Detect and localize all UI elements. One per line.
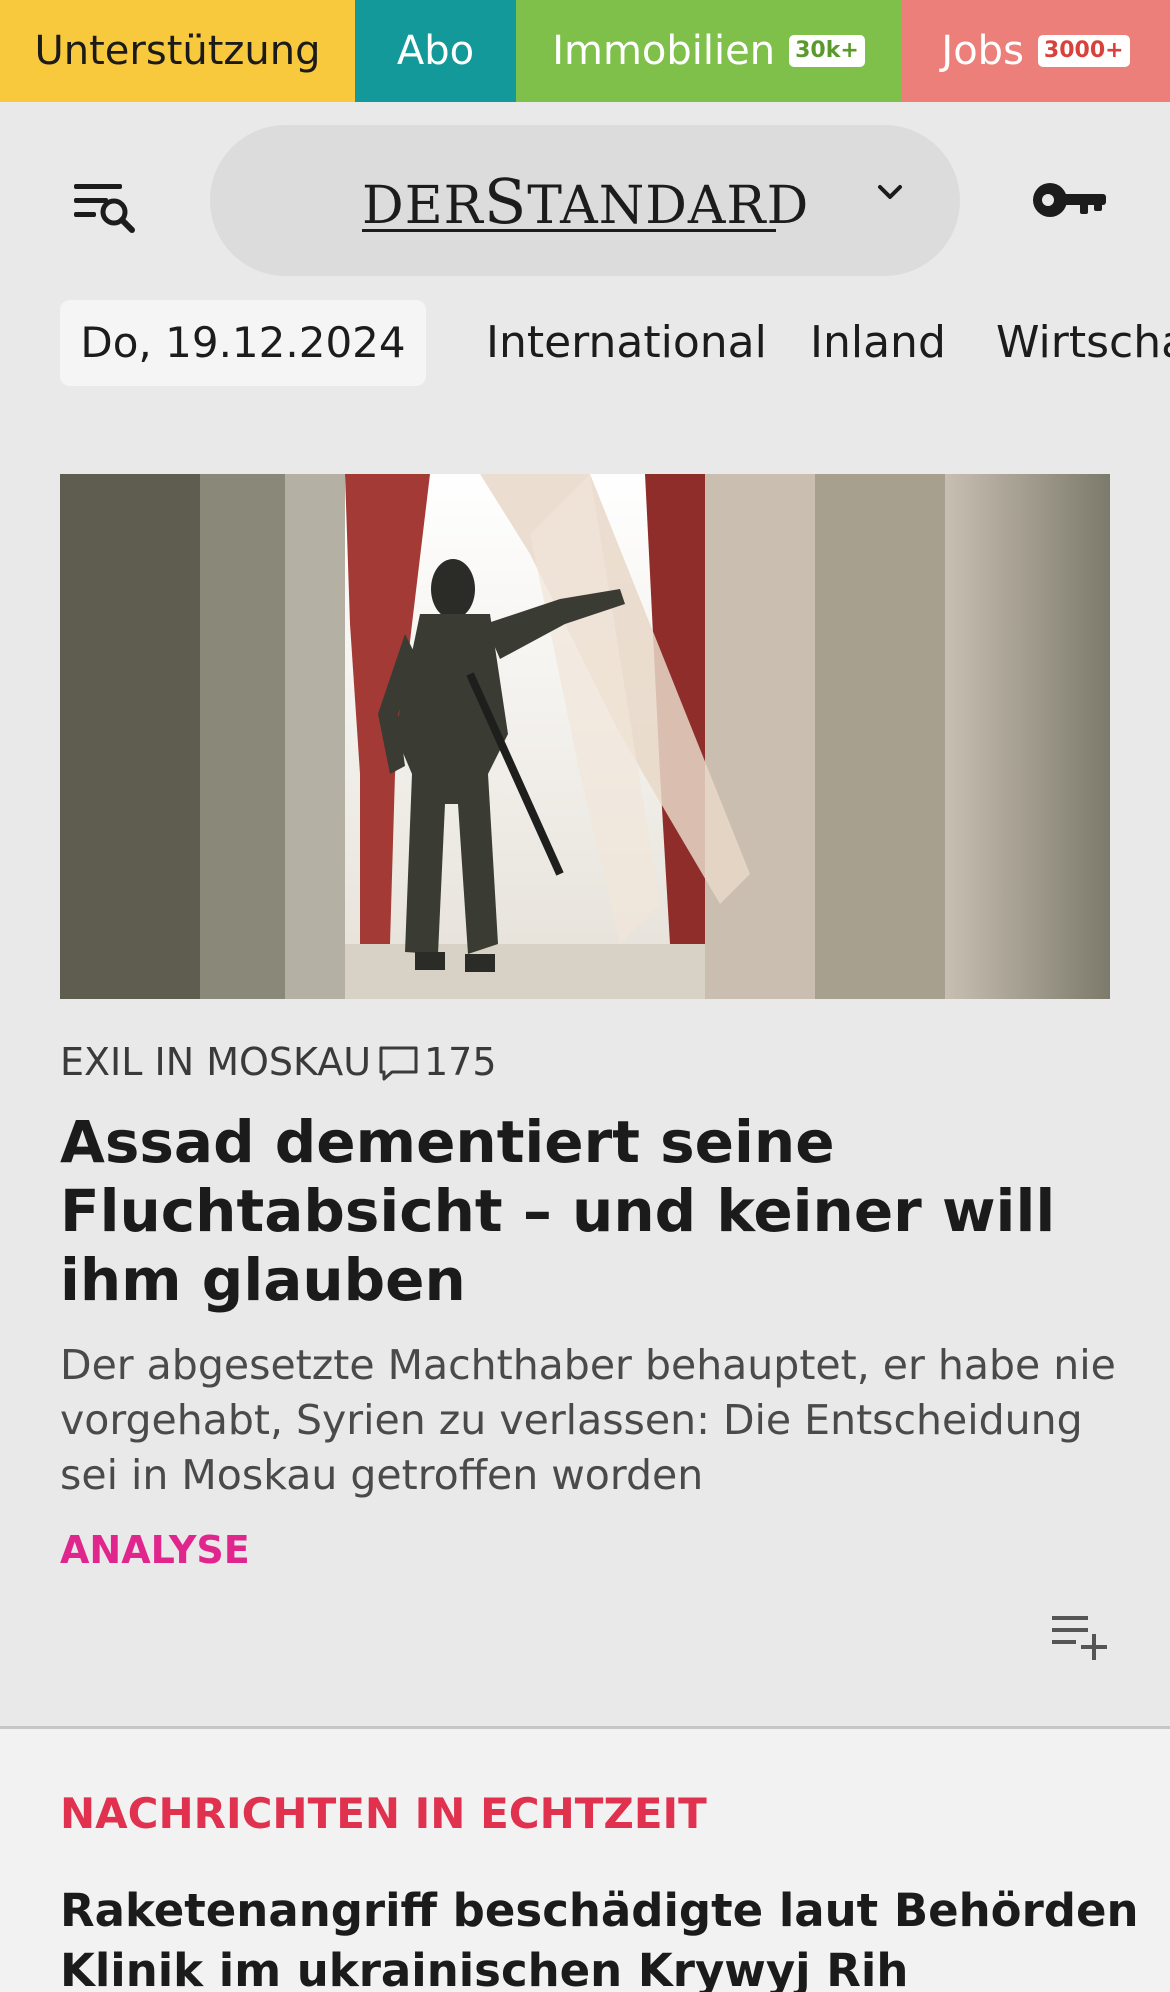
abo-link[interactable]: Abo	[355, 0, 516, 102]
article-kicker: EXIL IN MOSKAU	[60, 1040, 372, 1084]
support-label: Unterstützung	[34, 28, 321, 74]
jobs-link[interactable]: Jobs 3000+	[901, 0, 1170, 102]
add-to-reading-list-button[interactable]	[1050, 1612, 1114, 1662]
date-chip: Do, 19.12.2024	[60, 300, 426, 386]
immobilien-label: Immobilien	[552, 28, 776, 74]
support-link[interactable]: Unterstützung	[0, 0, 355, 102]
login-button[interactable]	[1030, 172, 1110, 228]
chevron-down-icon[interactable]	[870, 173, 910, 213]
nav-item-wirtschaft[interactable]: Wirtschaft	[996, 300, 1170, 386]
article-type-tag: ANALYSE	[60, 1528, 250, 1572]
article-hero-image[interactable]	[60, 474, 1110, 999]
playlist-add-icon	[1052, 1616, 1107, 1660]
article-headline[interactable]: Assad dementiert seine Fluchtabsicht – u…	[60, 1108, 1120, 1315]
nav-item-international[interactable]: International	[486, 300, 767, 386]
immobilien-count-badge: 30k+	[789, 35, 865, 67]
nav-item-inland[interactable]: Inland	[810, 300, 946, 386]
menu-search-icon	[74, 184, 135, 233]
comment-count: 175	[424, 1040, 497, 1084]
derstandard-logo[interactable]: DERSTANDARD	[362, 165, 808, 238]
immobilien-link[interactable]: Immobilien 30k+	[516, 0, 901, 102]
jobs-label: Jobs	[941, 28, 1024, 74]
live-news-section: NACHRICHTEN IN ECHTZEIT Raketenangriff b…	[0, 1729, 1170, 1992]
comment-icon	[379, 1046, 418, 1081]
article-teaser[interactable]: Der abgesetzte Machthaber behauptet, er …	[60, 1338, 1135, 1503]
key-icon	[1033, 183, 1106, 217]
logo-switcher[interactable]: DERSTANDARD	[210, 125, 960, 276]
jobs-count-badge: 3000+	[1037, 35, 1130, 67]
live-news-title[interactable]: NACHRICHTEN IN ECHTZEIT	[60, 1789, 707, 1838]
menu-search-button[interactable]	[70, 178, 142, 238]
top-service-bar: Unterstützung Abo Immobilien 30k+ Jobs 3…	[0, 0, 1170, 102]
comment-count-link[interactable]: 175	[376, 1040, 497, 1084]
logo-underline	[362, 229, 776, 232]
abo-label: Abo	[396, 28, 475, 74]
live-news-headline[interactable]: Raketenangriff beschädigte laut Behörden…	[60, 1881, 1140, 1992]
